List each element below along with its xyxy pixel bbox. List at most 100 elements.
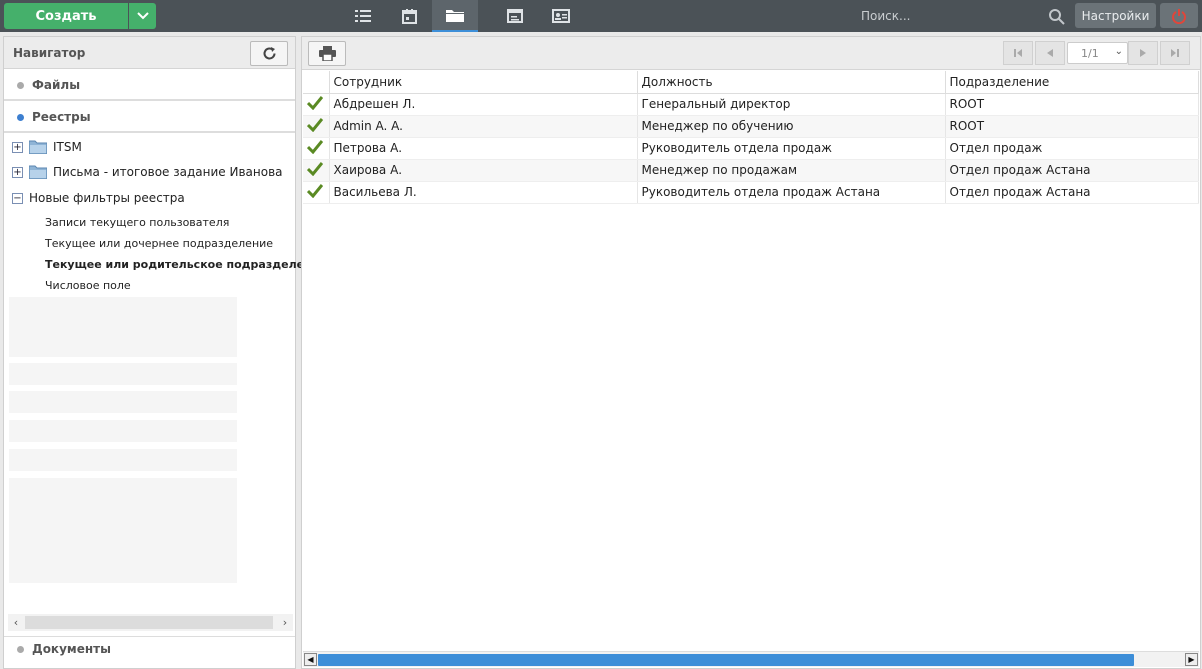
scroll-left-icon[interactable]: ◀	[304, 653, 317, 666]
folder-icon	[29, 165, 47, 179]
cell-department: Отдел продаж Астана	[945, 159, 1199, 182]
cell-employee: Петрова А.	[329, 137, 638, 160]
refresh-button[interactable]	[250, 41, 288, 66]
cell-position: Менеджер по продажам	[637, 159, 946, 182]
folder-icon	[29, 140, 47, 154]
cell-position: Менеджер по обучению	[637, 115, 946, 138]
table-row[interactable]: Хаирова А. Менеджер по продажам Отдел пр…	[303, 159, 1199, 182]
placeholder-block	[9, 449, 237, 471]
section-files[interactable]: Файлы	[4, 70, 295, 101]
cell-employee: Хаирова А.	[329, 159, 638, 182]
table-header-row: Сотрудник Должность Подразделение	[303, 71, 1199, 94]
refresh-icon	[263, 47, 275, 60]
section-registries[interactable]: Реестры	[4, 102, 295, 133]
printer-icon	[318, 46, 336, 61]
bullet-icon	[17, 82, 24, 89]
contacts-button[interactable]	[538, 0, 584, 32]
cell-employee: Васильева Л.	[329, 181, 638, 204]
settings-button[interactable]: Настройки	[1075, 3, 1156, 28]
navigator-horizontal-scrollbar[interactable]: ‹ ›	[8, 614, 293, 631]
filter-item[interactable]: Числовое поле	[45, 279, 131, 292]
cell-position: Руководитель отдела продаж Астана	[637, 181, 946, 204]
scroll-left-icon[interactable]: ‹	[8, 614, 24, 631]
table-row[interactable]: Петрова А. Руководитель отдела продаж От…	[303, 137, 1199, 160]
status-cell	[303, 93, 330, 116]
bullet-icon	[17, 114, 24, 121]
folder-icon	[446, 10, 464, 22]
prev-page-button[interactable]	[1035, 41, 1065, 65]
placeholder-block	[9, 363, 237, 385]
table-row[interactable]: Абдрешен Л. Генеральный директор ROOT	[303, 93, 1199, 116]
page-select[interactable]: 1/1 ⌄	[1067, 42, 1128, 64]
placeholder-block	[9, 297, 237, 357]
expand-icon[interactable]: +	[12, 166, 23, 178]
portal-button[interactable]	[492, 0, 538, 32]
tree-item-itsm[interactable]: + ITSM	[4, 136, 82, 158]
navigator-panel: Навигатор Файлы Реестры + ITSM + Письма …	[3, 36, 327, 669]
section-documents[interactable]: Документы	[4, 636, 295, 668]
column-header-position[interactable]: Должность	[637, 71, 946, 94]
prev-page-icon	[1047, 49, 1053, 57]
page-indicator: 1/1	[1081, 46, 1099, 60]
table-row[interactable]: Admin A. A. Менеджер по обучению ROOT	[303, 115, 1199, 138]
column-header-employee[interactable]: Сотрудник	[329, 71, 638, 94]
contact-card-icon	[552, 9, 570, 23]
cell-department: Отдел продаж	[945, 137, 1199, 160]
checkmark-icon	[306, 183, 324, 198]
scrollbar-thumb[interactable]	[25, 616, 273, 629]
placeholder-block	[9, 478, 237, 583]
status-cell	[303, 115, 330, 138]
print-button[interactable]	[308, 41, 346, 66]
table-horizontal-scrollbar[interactable]: ◀ ▶	[303, 651, 1199, 667]
navigator-title: Навигатор	[13, 46, 86, 60]
create-dropdown-button[interactable]	[129, 3, 156, 29]
registry-table: Сотрудник Должность Подразделение Абдреш…	[303, 71, 1199, 204]
cell-position: Руководитель отдела продаж	[637, 137, 946, 160]
tree-item-letters[interactable]: + Письма - итоговое задание Иванова	[4, 161, 283, 183]
last-page-button[interactable]	[1160, 41, 1190, 65]
bullet-icon	[17, 646, 24, 653]
cell-employee: Admin A. A.	[329, 115, 638, 138]
logout-button[interactable]	[1160, 3, 1198, 28]
scrollbar-thumb[interactable]	[318, 654, 1134, 666]
browser-window-icon	[507, 9, 523, 23]
status-cell	[303, 137, 330, 160]
files-button[interactable]	[432, 0, 478, 32]
status-cell	[303, 181, 330, 204]
column-header-department[interactable]: Подразделение	[945, 71, 1199, 94]
scroll-right-icon[interactable]: ›	[277, 614, 293, 631]
expand-icon[interactable]: +	[12, 141, 23, 153]
cell-department: ROOT	[945, 93, 1199, 116]
search-input[interactable]	[856, 4, 1046, 28]
placeholder-block	[9, 420, 237, 442]
tree-item-new-filters[interactable]: − Новые фильтры реестра	[4, 187, 185, 209]
column-header-status[interactable]	[303, 71, 330, 94]
navigator-header: Навигатор	[4, 37, 295, 69]
scroll-right-icon[interactable]: ▶	[1185, 653, 1198, 666]
cell-department: Отдел продаж Астана	[945, 181, 1199, 204]
next-page-button[interactable]	[1128, 41, 1158, 65]
filter-item[interactable]: Записи текущего пользователя	[45, 216, 229, 229]
collapse-icon[interactable]: −	[12, 192, 23, 204]
filter-item[interactable]: Текущее или дочернее подразделение	[45, 237, 273, 250]
calendar-button[interactable]	[386, 0, 432, 32]
section-files-label: Файлы	[32, 78, 81, 92]
registry-panel: 1/1 ⌄ Сотрудник Должность Подразделение …	[301, 36, 1201, 669]
calendar-icon	[401, 8, 417, 24]
tree-item-label: Письма - итоговое задание Иванова	[53, 165, 283, 179]
table-row[interactable]: Васильева Л. Руководитель отдела продаж …	[303, 181, 1199, 204]
search-icon[interactable]	[1048, 8, 1066, 26]
next-page-icon	[1140, 49, 1146, 57]
registry-toolbar: 1/1 ⌄	[302, 37, 1200, 70]
cell-employee: Абдрешен Л.	[329, 93, 638, 116]
power-icon	[1172, 8, 1186, 24]
checkmark-icon	[306, 95, 324, 110]
placeholder-block	[9, 391, 237, 413]
tree-item-label: Новые фильтры реестра	[29, 191, 185, 205]
filter-item-selected[interactable]: Текущее или родительское подразделение	[45, 258, 327, 271]
tasks-list-button[interactable]	[340, 0, 386, 32]
list-icon	[355, 10, 371, 22]
first-page-button[interactable]	[1003, 41, 1033, 65]
last-page-icon	[1171, 49, 1179, 57]
create-button[interactable]: Создать	[4, 3, 128, 29]
